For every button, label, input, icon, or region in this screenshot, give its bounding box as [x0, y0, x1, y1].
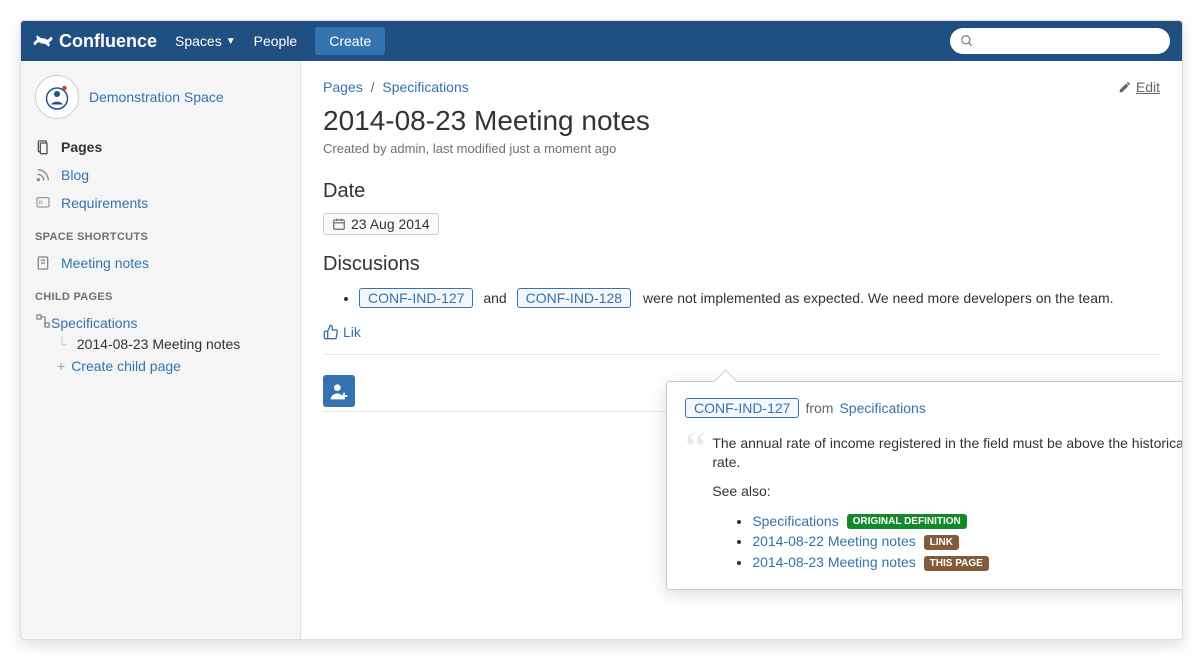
discussions-heading: Discusions: [323, 253, 1160, 276]
nav-spaces-label: Spaces: [175, 33, 222, 49]
create-child-page[interactable]: + Create child page: [35, 352, 286, 380]
globe-person-icon: [42, 82, 72, 112]
shortcut-meeting-notes[interactable]: Meeting notes: [35, 249, 286, 277]
pencil-icon: [1118, 80, 1132, 94]
sidebar: Demonstration Space Pages Blog R: [21, 61, 301, 639]
rss-icon: [35, 167, 53, 183]
pages-icon: [35, 139, 53, 155]
confluence-icon: [33, 31, 53, 51]
create-child-label: Create child page: [71, 358, 181, 374]
chevron-down-icon: ▼: [226, 36, 236, 47]
space-name-link[interactable]: Demonstration Space: [89, 89, 224, 105]
page-byline: Created by admin, last modified just a m…: [323, 141, 1160, 156]
create-button[interactable]: Create: [315, 27, 385, 55]
search-input[interactable]: [980, 34, 1160, 49]
tree-parent-specifications[interactable]: Specifications: [35, 309, 286, 336]
badge-link: LINK: [924, 535, 959, 550]
calendar-icon: [332, 217, 346, 231]
top-navigation: Confluence Spaces ▼ People Create: [21, 21, 1182, 61]
requirement-tag-2[interactable]: CONF-IND-128: [517, 288, 631, 308]
breadcrumb: Pages / Specifications: [323, 79, 1160, 95]
popover-body-text: The annual rate of income registered in …: [712, 434, 1183, 472]
product-name: Confluence: [59, 31, 157, 52]
sidebar-item-requirements[interactable]: R Requirements: [35, 189, 286, 217]
search-box[interactable]: [950, 28, 1170, 54]
space-header[interactable]: Demonstration Space: [35, 75, 286, 119]
sidebar-item-label: Blog: [61, 167, 89, 183]
add-comment-avatar[interactable]: [323, 375, 355, 407]
discussion-list: CONF-IND-127 and CONF-IND-128 were not i…: [359, 286, 1160, 310]
requirement-tag-1[interactable]: CONF-IND-127: [359, 288, 473, 308]
nav-people-label: People: [254, 33, 298, 49]
popover-ref-tag[interactable]: CONF-IND-127: [685, 398, 799, 418]
edit-button[interactable]: Edit: [1118, 79, 1160, 95]
svg-text:R: R: [39, 200, 43, 206]
popover-link-item: 2014-08-23 Meeting notes THIS PAGE: [752, 552, 1183, 573]
tree-current-page[interactable]: └ 2014-08-23 Meeting notes: [35, 336, 286, 352]
user-plus-icon: [329, 381, 349, 401]
quote-icon: “: [685, 430, 706, 573]
sidebar-item-pages[interactable]: Pages: [35, 133, 286, 161]
tree-parent-label: Specifications: [51, 315, 137, 331]
requirement-popover: CONF-IND-127 from Specifications “ The a…: [666, 381, 1183, 590]
popover-source-link[interactable]: Specifications: [839, 400, 925, 416]
nav-spaces[interactable]: Spaces ▼: [175, 33, 236, 49]
child-pages-heading: CHILD PAGES: [35, 291, 286, 303]
badge-this-page: THIS PAGE: [924, 556, 989, 571]
main-content: Edit Pages / Specifications 2014-08-23 M…: [301, 61, 1182, 639]
edit-label: Edit: [1136, 79, 1160, 95]
popover-from-label: from: [805, 400, 833, 416]
date-heading: Date: [323, 180, 1160, 203]
shortcut-label: Meeting notes: [61, 255, 149, 271]
breadcrumb-specifications[interactable]: Specifications: [382, 79, 468, 95]
divider: [323, 354, 1160, 355]
popover-link-specifications[interactable]: Specifications: [752, 513, 838, 529]
sidebar-item-label: Requirements: [61, 195, 148, 211]
thumbs-up-icon: [323, 324, 339, 340]
see-also-label: See also:: [712, 482, 1183, 501]
date-chip[interactable]: 23 Aug 2014: [323, 213, 439, 235]
page-title: 2014-08-23 Meeting notes: [323, 105, 1160, 137]
date-value: 23 Aug 2014: [351, 216, 430, 232]
popover-link-list: Specifications ORIGINAL DEFINITION 2014-…: [712, 511, 1183, 573]
sidebar-item-label: Pages: [61, 139, 102, 155]
like-label: Lik: [343, 324, 361, 340]
discussion-item: CONF-IND-127 and CONF-IND-128 were not i…: [359, 286, 1160, 310]
and-word: and: [483, 290, 506, 306]
plus-icon: +: [57, 358, 65, 374]
note-icon: [35, 255, 53, 271]
popover-link-0823[interactable]: 2014-08-23 Meeting notes: [752, 554, 915, 570]
popover-link-item: Specifications ORIGINAL DEFINITION: [752, 511, 1183, 532]
breadcrumb-separator: /: [371, 79, 375, 95]
shortcuts-heading: SPACE SHORTCUTS: [35, 231, 286, 243]
like-button[interactable]: Lik: [323, 324, 1160, 340]
breadcrumb-pages[interactable]: Pages: [323, 79, 363, 95]
tree-current-label: 2014-08-23 Meeting notes: [77, 336, 240, 352]
search-icon: [960, 34, 974, 48]
popover-link-item: 2014-08-22 Meeting notes LINK: [752, 531, 1183, 552]
tree-icon: [35, 313, 51, 332]
confluence-logo[interactable]: Confluence: [33, 31, 157, 52]
badge-original-definition: ORIGINAL DEFINITION: [847, 514, 967, 529]
popover-link-0822[interactable]: 2014-08-22 Meeting notes: [752, 533, 915, 549]
space-avatar: [35, 75, 79, 119]
discussion-text: were not implemented as expected. We nee…: [643, 290, 1114, 306]
requirements-icon: R: [35, 195, 53, 211]
sidebar-item-blog[interactable]: Blog: [35, 161, 286, 189]
nav-people[interactable]: People: [254, 33, 298, 49]
